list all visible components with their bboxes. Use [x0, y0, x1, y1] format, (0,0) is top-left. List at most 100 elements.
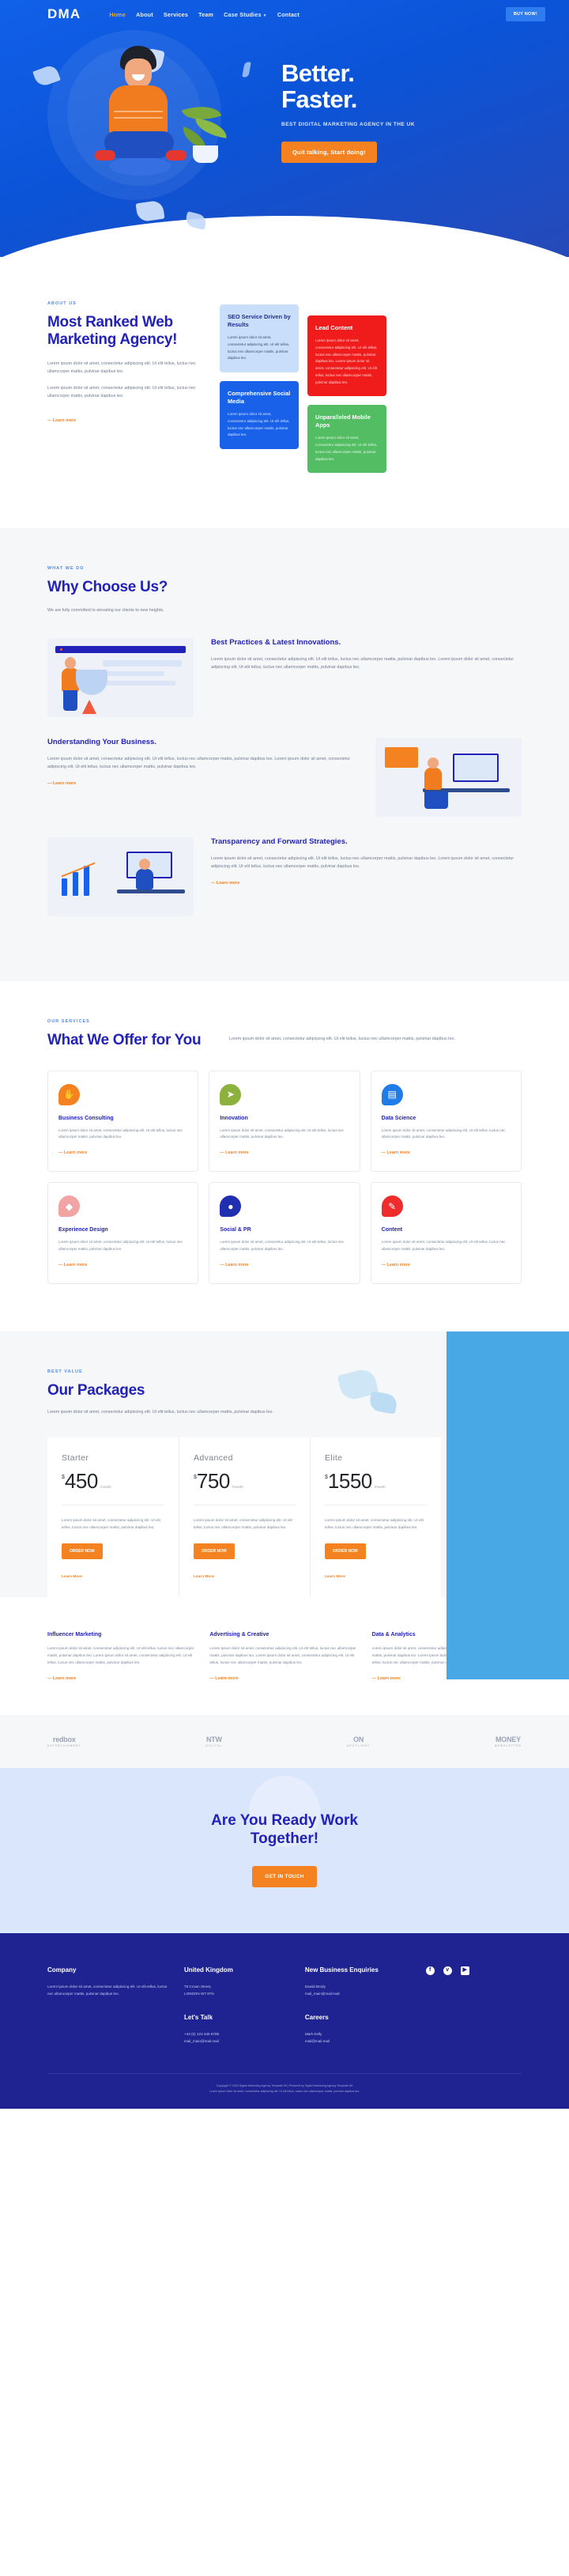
feature-learn-more-transparency[interactable]: Learn more: [211, 881, 239, 886]
about-section: ABOUT US Most Ranked Web Marketing Agenc…: [0, 257, 569, 528]
capability-advertising-creative: Advertising & Creative Lorem ipsum dolor…: [209, 1632, 359, 1683]
nav-item-case-studies[interactable]: Case Studies ▼: [224, 11, 267, 18]
about-card-mobile-body: Lorem ipsum dolor sit amet, consectetur …: [315, 436, 378, 461]
capability-learn-more-influencer-marketing[interactable]: Learn more: [47, 1676, 76, 1681]
about-card-lead-content[interactable]: Lead Content Lorem ipsum dolor sit amet,…: [307, 315, 386, 397]
why-subtitle: We are fully committed to elevating our …: [47, 607, 164, 613]
pricing-learn-more-advanced[interactable]: Learn More: [194, 1575, 214, 1579]
hero-cta-button[interactable]: Quit talking, Start doing!: [281, 142, 377, 164]
capability-learn-more-advertising-creative[interactable]: Learn more: [209, 1676, 238, 1681]
main-navbar: DMA Home About Services Team Case Studie…: [0, 0, 569, 22]
service-card-data-science[interactable]: ▤ Data Science Lorem ipsum dolor sit ame…: [370, 1070, 522, 1173]
pricing-order-button-elite[interactable]: ORDER NOW: [325, 1543, 366, 1560]
buy-now-button[interactable]: BUY NOW!: [505, 7, 545, 21]
service-body-innovation: Lorem ipsum dolor sit amet, consectetur …: [220, 1127, 345, 1139]
youtube-icon[interactable]: ▶: [460, 1966, 469, 1976]
pricing-learn-more-starter[interactable]: Learn More: [62, 1575, 82, 1579]
footer-copyright-line-1: Copyright © 2022 Digital Marketing Agenc…: [216, 2084, 353, 2088]
illus-block-1: [103, 660, 182, 667]
about-card-mobile-title: Unparalleled Mobile Apps: [315, 414, 371, 429]
about-card-social-title: Comprehensive Social Media: [228, 390, 291, 406]
nav-item-contact[interactable]: Contact: [277, 11, 300, 18]
service-card-social-pr[interactable]: ● Social & PR Lorem ipsum dolor sit amet…: [209, 1182, 360, 1284]
hero-title-line-1: Better.: [281, 59, 355, 87]
client-logo-ntw-name: NTW: [205, 1735, 222, 1743]
chat-bubble-icon: ●: [220, 1195, 242, 1218]
facebook-icon[interactable]: f: [425, 1966, 435, 1976]
nav-item-home[interactable]: Home: [109, 11, 126, 18]
service-card-experience-design[interactable]: ◆ Experience Design Lorem ipsum dolor si…: [47, 1182, 199, 1284]
meditating-person-illustration: [90, 46, 193, 184]
footer-phone-link[interactable]: +44 (0) 123 345 6789: [184, 2030, 291, 2038]
footer-bottom-bar: Copyright © 2022 Digital Marketing Agenc…: [47, 2073, 522, 2094]
client-logo-ntw: NTW DIGITAL: [205, 1736, 222, 1747]
twitter-icon[interactable]: ᴠ: [443, 1966, 452, 1976]
illus-desk-2: [117, 890, 185, 894]
pricing-order-button-advanced[interactable]: ORDER NOW: [194, 1543, 235, 1560]
service-learn-more-content[interactable]: Learn more: [382, 1263, 410, 1267]
footer-careers-email[interactable]: mail@mail.mail: [305, 2038, 412, 2045]
service-card-content[interactable]: ✎ Content Lorem ipsum dolor sit amet, co…: [370, 1182, 522, 1284]
client-logo-money-sub: NEWSLETTER: [495, 1743, 522, 1747]
services-eyebrow: OUR SERVICES: [47, 1019, 90, 1025]
feature-learn-more-understanding[interactable]: Learn more: [47, 781, 76, 786]
pricing-name-starter: Starter: [62, 1452, 89, 1463]
services-header: OUR SERVICES What We Offer for You Lorem…: [47, 1019, 522, 1049]
illus-block-2: [103, 671, 164, 677]
illus-worker-legs: [63, 690, 77, 712]
shirt-stripe-2: [114, 117, 163, 119]
capability-body-advertising-creative: Lorem ipsum dolor sit amet, consectetur …: [209, 1646, 356, 1665]
footer-careers-name: Mark Kelly: [304, 2031, 322, 2036]
capability-learn-more-data-analytics[interactable]: Learn more: [372, 1676, 401, 1681]
service-title-social-pr: Social & PR: [220, 1227, 251, 1233]
feature-row-understanding-business: Understanding Your Business. Lorem ipsum…: [47, 738, 522, 818]
footer-column-company: Company Lorem ipsum dolor sit amet, cons…: [47, 1966, 170, 2045]
hero-subtitle: BEST DIGITAL MARKETING AGENCY IN THE UK: [281, 121, 415, 127]
pricing-card-elite[interactable]: Elite $ 1550 /month Lorem ipsum dolor si…: [310, 1437, 441, 1598]
nav-item-team[interactable]: Team: [198, 11, 213, 18]
why-choose-us-section: WHAT WE DO Why Choose Us? We are fully c…: [0, 528, 569, 982]
pricing-body-starter: Lorem ipsum dolor sit amet, consectetur …: [62, 1517, 160, 1529]
footer-company-body: Lorem ipsum dolor sit amet, consectetur …: [47, 1984, 168, 1996]
site-logo[interactable]: DMA: [47, 6, 81, 22]
nav-item-about[interactable]: About: [136, 11, 153, 18]
service-learn-more-social-pr[interactable]: Learn more: [220, 1263, 248, 1267]
feature-title-best-practices: Best Practices & Latest Innovations.: [211, 638, 341, 648]
capability-influencer-marketing: Influencer Marketing Lorem ipsum dolor s…: [47, 1632, 197, 1683]
pricing-learn-more-elite[interactable]: Learn More: [325, 1575, 345, 1579]
why-header: WHAT WE DO Why Choose Us? We are fully c…: [47, 566, 245, 614]
feature-body-best-practices: Lorem ipsum dolor sit amet, consectetur …: [211, 656, 514, 670]
service-card-business-consulting[interactable]: ✋ Business Consulting Lorem ipsum dolor …: [47, 1070, 199, 1173]
pricing-price-starter: $ 450 /month: [62, 1471, 164, 1491]
pricing-amount-starter: 450: [64, 1468, 98, 1493]
paper-plane-icon: ➤: [220, 1083, 242, 1105]
footer-enquiries-email[interactable]: mail_main@mail.mail: [305, 1990, 412, 1997]
landing-page: DMA Home About Services Team Case Studie…: [0, 0, 569, 2110]
client-logo-redbox: redbox ENTERTAINMENT: [47, 1736, 81, 1747]
nav-links: Home About Services Team Case Studies ▼ C…: [109, 11, 300, 18]
about-cards-column-right: Lead Content Lorem ipsum dolor sit amet,…: [307, 315, 386, 474]
packages-section: BEST VALUE Our Packages Lorem ipsum dolo…: [0, 1331, 569, 1679]
pricing-card-starter[interactable]: Starter $ 450 /month Lorem ipsum dolor s…: [47, 1437, 179, 1598]
pricing-order-button-starter[interactable]: ORDER NOW: [62, 1543, 103, 1560]
nav-item-services[interactable]: Services: [164, 11, 188, 18]
footer-lets-talk-title: Let's Talk: [184, 2013, 213, 2021]
about-learn-more-link[interactable]: Learn more: [47, 418, 76, 423]
service-learn-more-business-consulting[interactable]: Learn more: [58, 1150, 87, 1155]
about-title: Most Ranked Web Marketing Agency!: [47, 314, 178, 349]
service-learn-more-innovation[interactable]: Learn more: [220, 1150, 248, 1155]
pricing-period-starter: /month: [100, 1484, 111, 1489]
about-card-seo[interactable]: SEO Service Driven by Results Lorem ipsu…: [220, 304, 299, 373]
about-cards-column-left: SEO Service Driven by Results Lorem ipsu…: [220, 304, 299, 473]
pricing-card-advanced[interactable]: Advanced $ 750 /month Lorem ipsum dolor …: [179, 1437, 310, 1598]
services-title: What We Offer for You: [47, 1032, 202, 1049]
service-learn-more-data-science[interactable]: Learn more: [382, 1150, 410, 1155]
about-card-mobile-apps[interactable]: Unparalleled Mobile Apps Lorem ipsum dol…: [307, 405, 386, 474]
about-card-social[interactable]: Comprehensive Social Media Lorem ipsum d…: [220, 381, 299, 450]
feature-row-transparency: Transparency and Forward Strategies. Lor…: [47, 837, 522, 917]
hero-title-line-2: Faster.: [281, 85, 357, 114]
service-learn-more-experience-design[interactable]: Learn more: [58, 1263, 87, 1267]
service-card-innovation[interactable]: ➤ Innovation Lorem ipsum dolor sit amet,…: [209, 1070, 360, 1173]
footer-email-link[interactable]: mail_main@mail.mail: [184, 2038, 291, 2045]
get-in-touch-button[interactable]: GET IN TOUCH: [252, 1866, 317, 1888]
